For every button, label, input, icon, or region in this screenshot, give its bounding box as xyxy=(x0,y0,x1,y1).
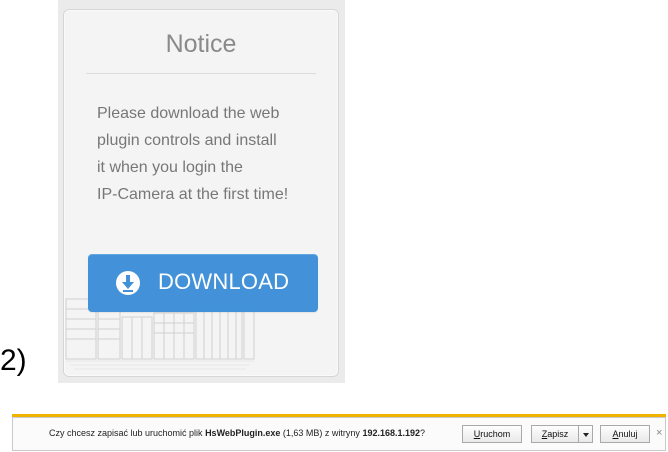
notice-message-line: IP-Camera at the first time! xyxy=(97,186,289,203)
notice-message-line: it when you login the xyxy=(97,159,243,176)
file-name: HsWebPlugin.exe xyxy=(205,428,281,438)
notice-title: Notice xyxy=(165,30,237,58)
download-button[interactable]: DOWNLOAD xyxy=(88,254,318,312)
cancel-label: nuluj xyxy=(618,429,638,439)
save-label: apisz xyxy=(547,429,569,439)
notice-card: Notice Please download the web plugin co… xyxy=(63,9,339,377)
download-prompt: Czy chcesz zapisać lub uruchomić plik Hs… xyxy=(49,428,425,438)
cancel-button[interactable]: Anuluj xyxy=(600,425,650,443)
chevron-down-icon xyxy=(582,432,589,437)
notice-divider xyxy=(86,73,316,74)
notice-message-line: Please download the web xyxy=(97,105,280,122)
save-options-dropdown[interactable] xyxy=(578,425,593,443)
run-button[interactable]: Uruchom xyxy=(462,425,522,443)
download-button-label: DOWNLOAD xyxy=(158,269,290,294)
notice-message: Please download the web plugin controls … xyxy=(97,100,327,208)
prompt-suffix: ? xyxy=(420,428,426,438)
close-icon[interactable]: × xyxy=(656,427,662,439)
step-label: 2) xyxy=(0,344,27,377)
download-notification-bar: Czy chcesz zapisać lub uruchomić plik Hs… xyxy=(12,417,666,451)
run-label: ruchom xyxy=(480,429,511,439)
notice-message-line: plugin controls and install xyxy=(97,132,277,149)
download-arrow-icon xyxy=(116,271,140,295)
save-button[interactable]: Zapisz xyxy=(531,425,579,443)
site-address: 192.168.1.192 xyxy=(362,428,420,438)
file-size: (1,63 MB) z witryny xyxy=(280,428,363,438)
prompt-prefix: Czy chcesz zapisać lub uruchomić plik xyxy=(49,428,206,438)
notice-screenshot: Notice Please download the web plugin co… xyxy=(58,0,345,383)
